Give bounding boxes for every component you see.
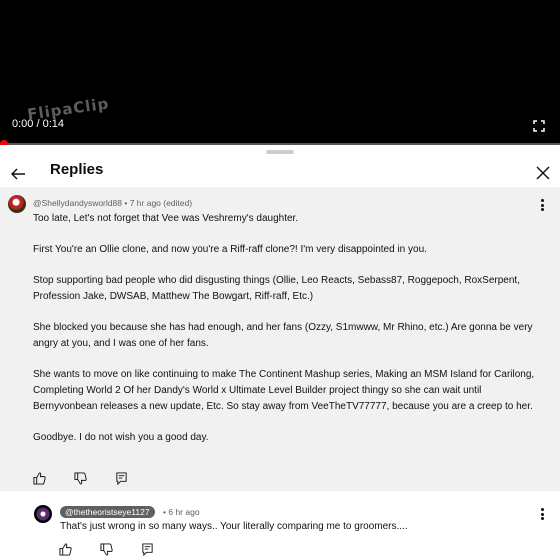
reply-time: • 6 hr ago — [163, 507, 200, 517]
parent-comment: @Shellydandysworld88 • 7 hr ago (edited)… — [0, 187, 560, 491]
reply-icon[interactable] — [141, 543, 154, 556]
drag-handle[interactable] — [266, 150, 294, 154]
comment-paragraph: She wants to move on like continuing to … — [33, 369, 535, 412]
reply-author[interactable]: @thetheoristseye1127 — [60, 506, 155, 518]
replies-sheet: Replies @Shellydandysworld88 • 7 hr ago … — [0, 145, 560, 560]
reply-time-value: 6 hr ago — [168, 507, 200, 517]
avatar[interactable] — [34, 505, 52, 523]
comment-paragraph: Too late, Let's not forget that Vee was … — [33, 213, 299, 224]
fullscreen-icon[interactable] — [533, 120, 545, 132]
sheet-title: Replies — [50, 161, 104, 178]
comment-paragraph: First You're an Ollie clone, and now you… — [33, 244, 427, 255]
reply-body: That's just wrong in so many ways.. Your… — [60, 521, 408, 532]
thumbs-up-icon[interactable] — [59, 543, 72, 556]
comment-actions — [33, 472, 128, 485]
reply-icon[interactable] — [115, 472, 128, 485]
comment-author[interactable]: @Shellydandysworld88 — [33, 198, 122, 208]
meta-separator: • — [124, 198, 128, 208]
comment-body: Too late, Let's not forget that Vee was … — [33, 211, 543, 461]
thumbs-down-icon[interactable] — [100, 543, 113, 556]
video-time: 0:00 / 0:14 — [12, 118, 64, 130]
comment-paragraph: Goodbye. I do not wish you a good day. — [33, 432, 209, 443]
meta-separator: • — [163, 507, 166, 517]
avatar[interactable] — [8, 195, 26, 213]
reply-actions — [59, 543, 154, 556]
thumbs-down-icon[interactable] — [74, 472, 87, 485]
back-arrow-icon[interactable] — [9, 165, 27, 183]
comment-meta: @Shellydandysworld88 • 7 hr ago (edited) — [33, 198, 192, 208]
close-icon[interactable] — [535, 165, 551, 181]
reply-comment: @thetheoristseye1127 • 6 hr ago That's j… — [0, 500, 560, 560]
video-player[interactable]: FlipaClip 0:00 / 0:14 — [0, 0, 560, 145]
thumbs-up-icon[interactable] — [33, 472, 46, 485]
comment-paragraph: Stop supporting bad people who did disgu… — [33, 275, 520, 302]
comment-time: 7 hr ago (edited) — [129, 198, 193, 208]
comment-paragraph: She blocked you because she has had enou… — [33, 322, 533, 349]
kebab-menu-icon[interactable] — [539, 508, 545, 522]
